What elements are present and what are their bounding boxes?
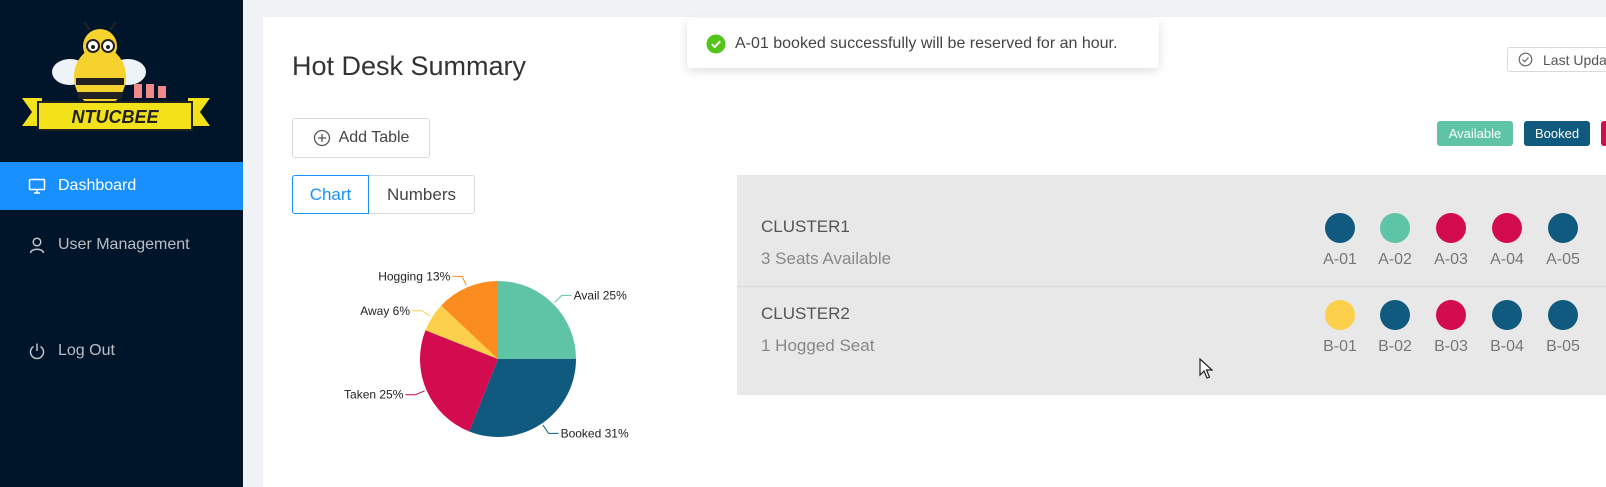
pie-label-taken: Taken 25% (344, 388, 404, 402)
pie-slice-avail (498, 281, 576, 359)
last-updated-button[interactable]: Last Upda (1507, 47, 1606, 72)
seat-b-05[interactable]: B-05 (1543, 300, 1583, 356)
pie-label-booked: Booked 31% (561, 426, 629, 440)
sidebar-item-dashboard[interactable]: Dashboard (0, 162, 243, 210)
seat-status-dot (1548, 300, 1578, 330)
seat-status-dot (1492, 213, 1522, 243)
cluster-name: CLUSTER2 (761, 304, 850, 323)
pie-label-leader (412, 310, 431, 317)
seat-status-dot (1380, 300, 1410, 330)
user-icon (28, 236, 46, 254)
seat-status-dot (1492, 300, 1522, 330)
mouse-cursor-icon (1199, 358, 1213, 379)
page-title: Hot Desk Summary (292, 51, 527, 81)
desktop-icon (28, 177, 46, 195)
seat-a-05[interactable]: A-05 (1543, 213, 1583, 269)
legend-available-badge: Available (1437, 121, 1513, 146)
logo-text: NTUCBEE (71, 107, 159, 127)
pie-label-leader (452, 275, 467, 286)
sidebar-item-label: User Management (58, 236, 190, 253)
toast-message: A-01 booked successfully will be reserve… (735, 34, 1118, 52)
add-table-label: Add Table (338, 129, 410, 146)
cluster-row: CLUSTER2 1 Hogged Seat B-01 B-02 B-03 B-… (737, 288, 1606, 374)
seat-label: B-02 (1378, 338, 1412, 355)
seat-status-dot (1380, 213, 1410, 243)
check-circle-icon (1518, 52, 1533, 67)
seat-status-dot (1548, 213, 1578, 243)
seat-label: A-01 (1323, 251, 1357, 268)
success-toast: A-01 booked successfully will be reserve… (687, 19, 1159, 68)
seat-b-03[interactable]: B-03 (1431, 300, 1471, 356)
pie-label-leader (554, 294, 572, 303)
check-circle-icon (706, 34, 726, 54)
legend-booked-label: Booked (1534, 126, 1580, 141)
seat-b-04[interactable]: B-04 (1487, 300, 1527, 356)
tab-chart[interactable]: Chart (292, 175, 369, 214)
seat-status-dot (1436, 213, 1466, 243)
seat-label: B-03 (1434, 338, 1468, 355)
seat-a-03[interactable]: A-03 (1431, 213, 1471, 269)
cluster-panel: CLUSTER1 3 Seats Available A-01 A-02 A-0… (737, 175, 1606, 395)
sidebar-item-user-management[interactable]: User Management (0, 221, 243, 269)
ntucbee-logo: NTUCBEE (22, 22, 210, 131)
tab-chart-label: Chart (309, 184, 352, 204)
main-content: Hot Desk Summary Add Table Chart Numbers… (263, 17, 1606, 487)
seat-b-01[interactable]: B-01 (1320, 300, 1360, 356)
seat-status-dot (1325, 213, 1355, 243)
sidebar-item-logout[interactable]: Log Out (0, 327, 243, 375)
tab-numbers-label: Numbers (387, 184, 456, 204)
seat-a-04[interactable]: A-04 (1487, 213, 1527, 269)
sidebar: NTUCBEE Dashboard User Management Log Ou… (0, 0, 243, 487)
pie-label-leader (542, 424, 559, 434)
tab-numbers[interactable]: Numbers (369, 175, 475, 214)
seat-b-02[interactable]: B-02 (1375, 300, 1415, 356)
seat-label: A-05 (1546, 251, 1580, 268)
pie-label-away: Away 6% (360, 304, 410, 318)
seat-status-dot (1325, 300, 1355, 330)
seat-label: B-01 (1323, 338, 1357, 355)
sidebar-item-label: Log Out (58, 342, 115, 359)
add-table-button[interactable]: Add Table (292, 118, 430, 158)
last-updated-label: Last Upda (1543, 51, 1606, 68)
pie-label-leader (405, 390, 425, 396)
seat-label: B-04 (1490, 338, 1524, 355)
seat-label: B-05 (1546, 338, 1580, 355)
seat-label: A-04 (1490, 251, 1524, 268)
legend-available-label: Available (1448, 126, 1502, 141)
legend-booked-badge: Booked (1524, 121, 1590, 146)
cluster-status: 1 Hogged Seat (761, 336, 875, 355)
cluster-status: 3 Seats Available (761, 249, 892, 268)
legend-taken-badge (1601, 121, 1606, 146)
seat-label: A-03 (1434, 251, 1468, 268)
seat-status-pie-chart: Avail 25% Booked 31% Taken 25% Away 6% Hoggi… (344, 269, 629, 440)
seat-a-01[interactable]: A-01 (1320, 213, 1360, 269)
cluster-name: CLUSTER1 (761, 217, 850, 236)
pie-label-avail: Avail 25% (574, 288, 627, 302)
sidebar-item-label: Dashboard (58, 177, 137, 194)
plus-circle-icon (313, 129, 331, 147)
seat-a-02[interactable]: A-02 (1375, 213, 1415, 269)
seat-status-dot (1436, 300, 1466, 330)
power-icon (28, 342, 46, 360)
pie-label-hogging: Hogging 13% (378, 269, 450, 283)
cluster-row: CLUSTER1 3 Seats Available A-01 A-02 A-0… (737, 201, 1606, 287)
seat-label: A-02 (1378, 251, 1412, 268)
